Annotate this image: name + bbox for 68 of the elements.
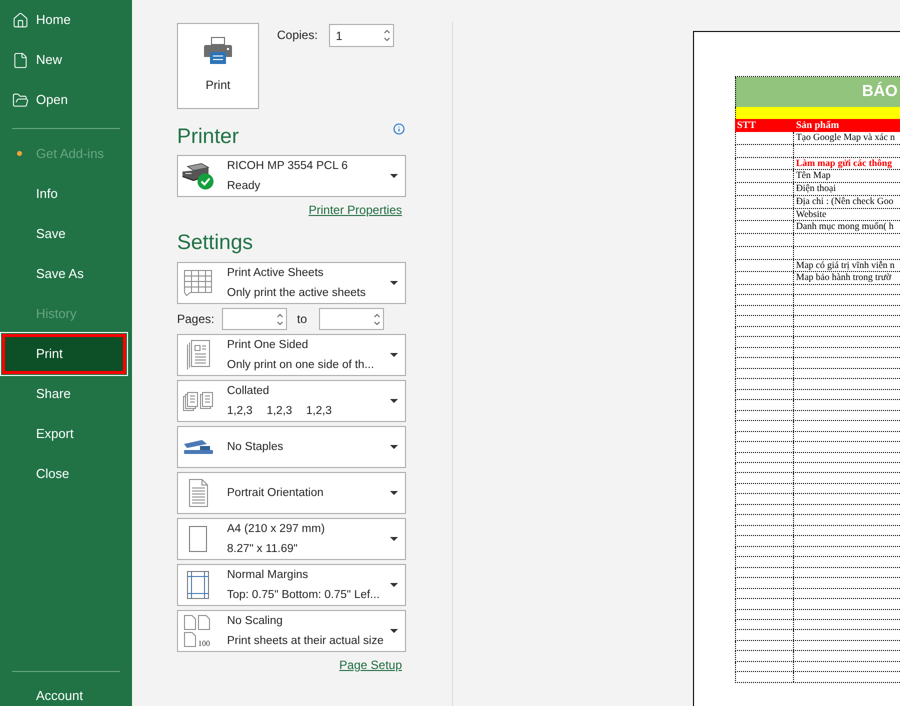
- settings-dropdown[interactable]: Print One Sided Only print on one side of th...: [177, 334, 406, 376]
- sidebar-item[interactable]: Close: [0, 454, 132, 494]
- sheet-grid-icon: [184, 270, 212, 296]
- dropdown-arrow-icon: [390, 491, 398, 495]
- table-cell-text: Tên Map: [795, 170, 831, 182]
- copies-field[interactable]: 1: [328, 24, 394, 47]
- printer-icon: [203, 37, 233, 64]
- table-cell-text: Điện thoại: [795, 183, 836, 195]
- settings-dropdown[interactable]: Portrait Orientation: [177, 472, 406, 514]
- sidebar-item[interactable]: New: [0, 40, 132, 80]
- stapler-icon: [184, 440, 212, 454]
- dropdown-arrow-icon: [390, 174, 398, 178]
- page-setup-link[interactable]: Page Setup: [339, 657, 402, 673]
- table-cell-text: Làm map gửi các thông: [795, 158, 892, 170]
- collated-pages-icon: [183, 392, 213, 410]
- settings-dropdown[interactable]: A4 (210 x 297 mm) 8.27" x 11.69": [177, 518, 406, 560]
- info-icon[interactable]: [393, 123, 405, 135]
- spin-arrows-icon[interactable]: [384, 30, 390, 41]
- header-cell-text: Sản phẩm: [795, 119, 840, 132]
- printer-check-icon: [182, 162, 214, 190]
- pages-to-label: to: [297, 311, 308, 328]
- table-cell-text: Tạo Google Map và xác n: [795, 132, 895, 144]
- sidebar-item[interactable]: Info: [0, 174, 132, 214]
- dropdown-arrow-icon: [390, 583, 398, 587]
- dropdown-arrow-icon: [390, 399, 398, 403]
- sidebar-item[interactable]: Save: [0, 214, 132, 254]
- pages-label: Pages:: [177, 311, 216, 328]
- home-icon: [12, 12, 29, 28]
- sidebar-item[interactable]: Save As: [0, 254, 132, 294]
- settings-dropdown[interactable]: Collated 1,2,3 1,2,3 1,2,3: [177, 380, 406, 422]
- sidebar-item[interactable]: Print: [2, 334, 126, 374]
- printer-properties-link[interactable]: Printer Properties: [308, 202, 402, 218]
- portrait-page-icon: [188, 479, 208, 507]
- settings-dropdown[interactable]: Print Active Sheets Only print the active sheets: [177, 262, 406, 304]
- blank-page-icon: [189, 526, 207, 552]
- stacked-pages-icon: [186, 340, 210, 370]
- page-to-field[interactable]: [319, 308, 384, 330]
- section-heading: Settings: [177, 230, 253, 256]
- sidebar-item[interactable]: Export: [0, 414, 132, 454]
- sidebar-item[interactable]: Share: [0, 374, 132, 414]
- table-cell-text: Map có giá trị vĩnh viễn n: [795, 260, 895, 272]
- table-cell-text: Website: [795, 208, 826, 220]
- table-cell-text: Danh mục mong muốn( h: [795, 221, 894, 233]
- sidebar-item[interactable]: Open: [0, 80, 132, 120]
- settings-dropdown[interactable]: No Staples: [177, 426, 406, 468]
- dropdown-arrow-icon: [390, 281, 398, 285]
- dropdown-arrow-icon: [390, 537, 398, 541]
- table-cell-text: Địa chỉ : (Nên check Goo: [795, 196, 894, 208]
- document-icon: [12, 52, 29, 68]
- dropdown-arrow-icon: [390, 445, 398, 449]
- dropdown-arrow-icon: [390, 353, 398, 357]
- spin-arrows-icon[interactable]: [277, 314, 283, 324]
- spin-arrows-icon[interactable]: [374, 314, 380, 324]
- report-title: BÁO: [862, 82, 898, 102]
- header-cell-text: STT: [736, 119, 757, 132]
- copies-label: Copies:: [277, 27, 318, 44]
- dropdown-arrow-icon: [390, 629, 398, 633]
- folder-icon: [12, 92, 29, 108]
- page-from-field[interactable]: [222, 308, 287, 330]
- margins-page-icon: [187, 571, 209, 599]
- section-heading: Printer: [177, 124, 239, 150]
- table-cell-text: Map bảo hành trong trườ: [795, 272, 892, 284]
- sidebar-item[interactable]: Home: [0, 0, 132, 40]
- settings-dropdown[interactable]: Normal Margins Top: 0.75" Bottom: 0.75" Lef...: [177, 564, 406, 606]
- printer-dropdown[interactable]: RICOH MP 3554 PCL 6 Ready: [177, 155, 406, 197]
- print-button[interactable]: Print: [177, 23, 259, 109]
- sidebar-item[interactable]: Account: [0, 686, 132, 706]
- settings-dropdown[interactable]: 100 No Scaling Print sheets at their actual size: [177, 610, 406, 652]
